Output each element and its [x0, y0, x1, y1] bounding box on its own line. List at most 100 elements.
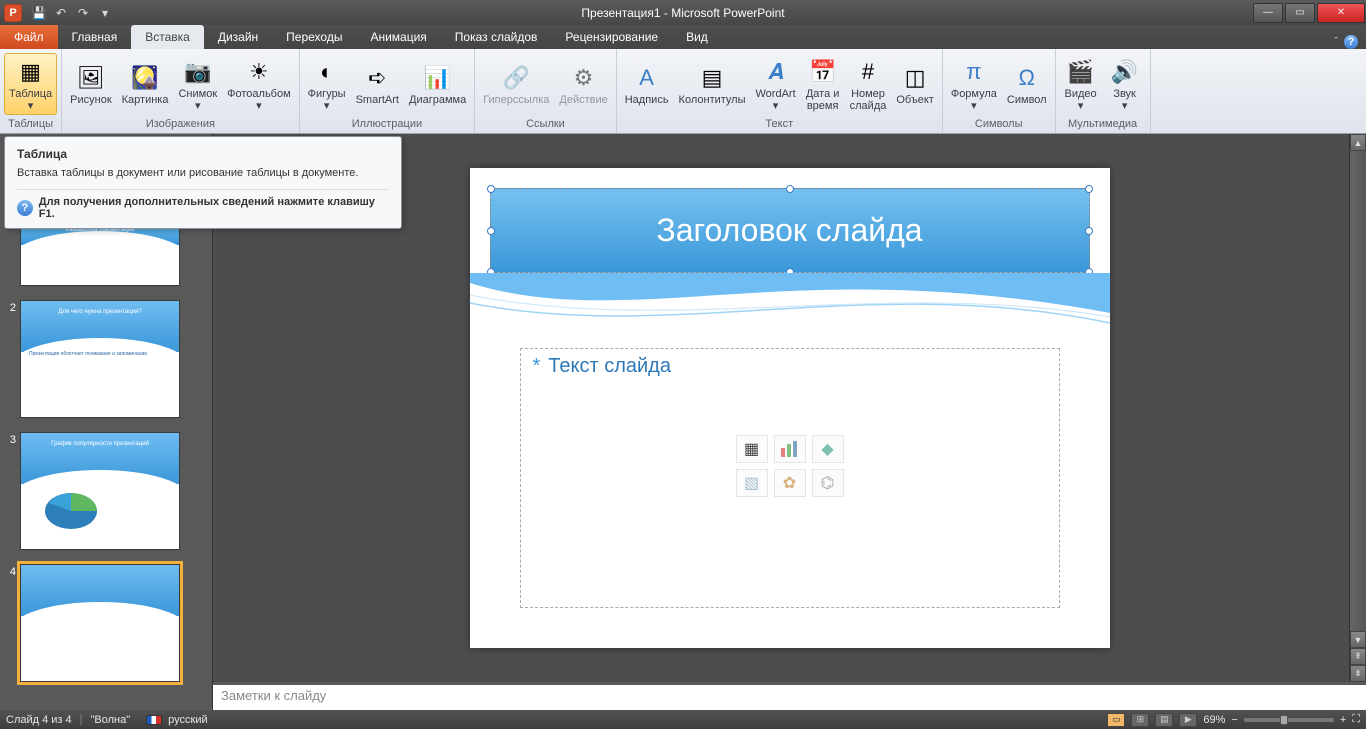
номер-button[interactable]: #Номер слайда: [846, 54, 891, 114]
tab-переходы[interactable]: Переходы: [272, 25, 356, 49]
status-slide-position: Слайд 4 из 4: [6, 714, 72, 726]
таблица-button[interactable]: ▦Таблица ▾: [4, 53, 57, 115]
slide-thumbnail-wrap: 4: [0, 560, 212, 692]
ribbon-button-label: Надпись: [625, 94, 669, 106]
ribbon-button-label: Диаграмма: [409, 94, 466, 106]
wordart-button[interactable]: 𝑨WordArt ▾: [752, 54, 800, 114]
tab-рецензирование[interactable]: Рецензирование: [551, 25, 672, 49]
smartart-button[interactable]: ➪SmartArt: [352, 60, 403, 108]
гиперссылка-button: 🔗Гиперссылка: [479, 60, 553, 108]
zoom-out-button[interactable]: −: [1231, 714, 1237, 726]
scroll-down-icon[interactable]: ▼: [1350, 631, 1366, 648]
app-icon[interactable]: P: [4, 4, 22, 22]
close-button[interactable]: ✕: [1317, 3, 1365, 23]
zoom-level[interactable]: 69%: [1203, 714, 1225, 726]
звук-button[interactable]: 🔊Звук ▾: [1104, 54, 1146, 114]
undo-icon[interactable]: ↶: [52, 4, 70, 22]
tooltip-body: Вставка таблицы в документ или рисование…: [17, 167, 389, 179]
ribbon-group-символы: πФормула ▾ΩСимвол Символы: [943, 49, 1056, 133]
ribbon-group-таблицы: ▦Таблица ▾Таблицы: [0, 49, 62, 133]
ribbon-button-label: WordArt ▾: [756, 88, 796, 112]
save-icon[interactable]: 💾: [30, 4, 48, 22]
tab-вид[interactable]: Вид: [672, 25, 722, 49]
maximize-button[interactable]: ▭: [1285, 3, 1315, 23]
tab-показ слайдов[interactable]: Показ слайдов: [441, 25, 552, 49]
status-language[interactable]: русский: [168, 714, 207, 726]
ribbon-button-label: Дата и время: [806, 88, 840, 112]
insert-smartart-icon[interactable]: ◆: [812, 435, 844, 463]
фигуры-button[interactable]: ◐Фигуры ▾: [304, 54, 350, 114]
help-icon[interactable]: ?: [1344, 35, 1358, 49]
slide-thumbnail[interactable]: [20, 564, 180, 682]
insert-media-icon[interactable]: ⌬: [812, 469, 844, 497]
slide-body-placeholder[interactable]: Текст слайда ▦ ◆ ▧ ✿ ⌬: [520, 348, 1060, 608]
insert-chart-icon[interactable]: [774, 435, 806, 463]
ribbon-minimize-icon[interactable]: ˆ: [1334, 36, 1338, 48]
vertical-scrollbar[interactable]: ▲ ▼ ⇞ ⇟: [1349, 134, 1366, 682]
slide-thumbnail[interactable]: График популярности презентаций: [20, 432, 180, 550]
объект-icon: ◫: [899, 62, 931, 94]
символ-button[interactable]: ΩСимвол: [1003, 60, 1051, 108]
slide-title-placeholder[interactable]: Заголовок слайда: [490, 188, 1090, 273]
titlebar: P 💾 ↶ ↷ ▾ Презентация1 - Microsoft Power…: [0, 0, 1366, 25]
рисунок-button[interactable]: 🖼Рисунок: [66, 60, 116, 108]
status-theme: "Волна": [91, 714, 131, 726]
ribbon-button-label: Картинка: [122, 94, 169, 106]
smartart-icon: ➪: [361, 62, 393, 94]
minimize-button[interactable]: —: [1253, 3, 1283, 23]
формула-button[interactable]: πФормула ▾: [947, 54, 1001, 114]
ribbon-group-label: Таблицы: [4, 116, 57, 133]
tab-анимация[interactable]: Анимация: [356, 25, 440, 49]
объект-button[interactable]: ◫Объект: [892, 60, 937, 108]
диаграмма-button[interactable]: 📊Диаграмма: [405, 60, 470, 108]
ribbon: ▦Таблица ▾Таблицы🖼Рисунок🎑Картинка📷Снимо…: [0, 49, 1366, 134]
normal-view-button[interactable]: ▭: [1107, 713, 1125, 727]
действие-icon: ⚙: [568, 62, 600, 94]
sorter-view-button[interactable]: ⊞: [1131, 713, 1149, 727]
qat-dropdown-icon[interactable]: ▾: [96, 4, 114, 22]
ribbon-group-иллюстрации: ◐Фигуры ▾➪SmartArt📊Диаграмма Иллюстрации: [300, 49, 476, 133]
thumbnail-number: 2: [4, 300, 20, 314]
insert-clipart-icon[interactable]: ✿: [774, 469, 806, 497]
tab-главная[interactable]: Главная: [58, 25, 132, 49]
действие-button: ⚙Действие: [555, 60, 611, 108]
ribbon-button-label: Гиперссылка: [483, 94, 549, 106]
ribbon-button-label: Звук ▾: [1113, 88, 1136, 112]
tab-дизайн[interactable]: Дизайн: [204, 25, 272, 49]
снимок-button[interactable]: 📷Снимок ▾: [174, 54, 221, 114]
redo-icon[interactable]: ↷: [74, 4, 92, 22]
картинка-button[interactable]: 🎑Картинка: [118, 60, 173, 108]
символ-icon: Ω: [1011, 62, 1043, 94]
ribbon-group-label: Символы: [947, 116, 1051, 133]
fit-window-button[interactable]: ⛶: [1352, 713, 1360, 726]
language-flag-icon[interactable]: [146, 715, 162, 725]
tab-вставка[interactable]: Вставка: [131, 25, 204, 49]
zoom-slider-thumb[interactable]: [1280, 715, 1288, 725]
звук-icon: 🔊: [1109, 56, 1141, 88]
prev-slide-icon[interactable]: ⇞: [1350, 648, 1366, 665]
ribbon-group-изображения: 🖼Рисунок🎑Картинка📷Снимок ▾☀Фотоальбом ▾И…: [62, 49, 300, 133]
фотоальбом-button[interactable]: ☀Фотоальбом ▾: [223, 54, 295, 114]
slide-thumbnail[interactable]: Для чего нужна презентация?Презентация о…: [20, 300, 180, 418]
file-tab[interactable]: Файл: [0, 25, 58, 49]
надпись-button[interactable]: AНадпись: [621, 60, 673, 108]
ribbon-button-label: Действие: [559, 94, 607, 106]
zoom-in-button[interactable]: +: [1340, 714, 1346, 726]
reading-view-button[interactable]: ▤: [1155, 713, 1173, 727]
insert-picture-icon[interactable]: ▧: [736, 469, 768, 497]
insert-table-icon[interactable]: ▦: [736, 435, 768, 463]
колонтитулы-button[interactable]: ▤Колонтитулы: [675, 60, 750, 108]
ribbon-group-мультимедиа: 🎬Видео ▾🔊Звук ▾Мультимедиа: [1056, 49, 1151, 133]
tooltip-title: Таблица: [17, 147, 389, 161]
next-slide-icon[interactable]: ⇟: [1350, 665, 1366, 682]
scroll-up-icon[interactable]: ▲: [1350, 134, 1366, 151]
ribbon-right: ˆ ?: [1334, 35, 1366, 49]
zoom-slider[interactable]: [1244, 718, 1334, 722]
дата и-button[interactable]: 📅Дата и время: [802, 54, 844, 114]
видео-button[interactable]: 🎬Видео ▾: [1060, 54, 1102, 114]
slideshow-view-button[interactable]: ▶: [1179, 713, 1197, 727]
notes-pane[interactable]: Заметки к слайду: [213, 682, 1366, 710]
видео-icon: 🎬: [1065, 56, 1097, 88]
ribbon-group-label: Иллюстрации: [304, 116, 471, 133]
wordart-icon: 𝑨: [760, 56, 792, 88]
